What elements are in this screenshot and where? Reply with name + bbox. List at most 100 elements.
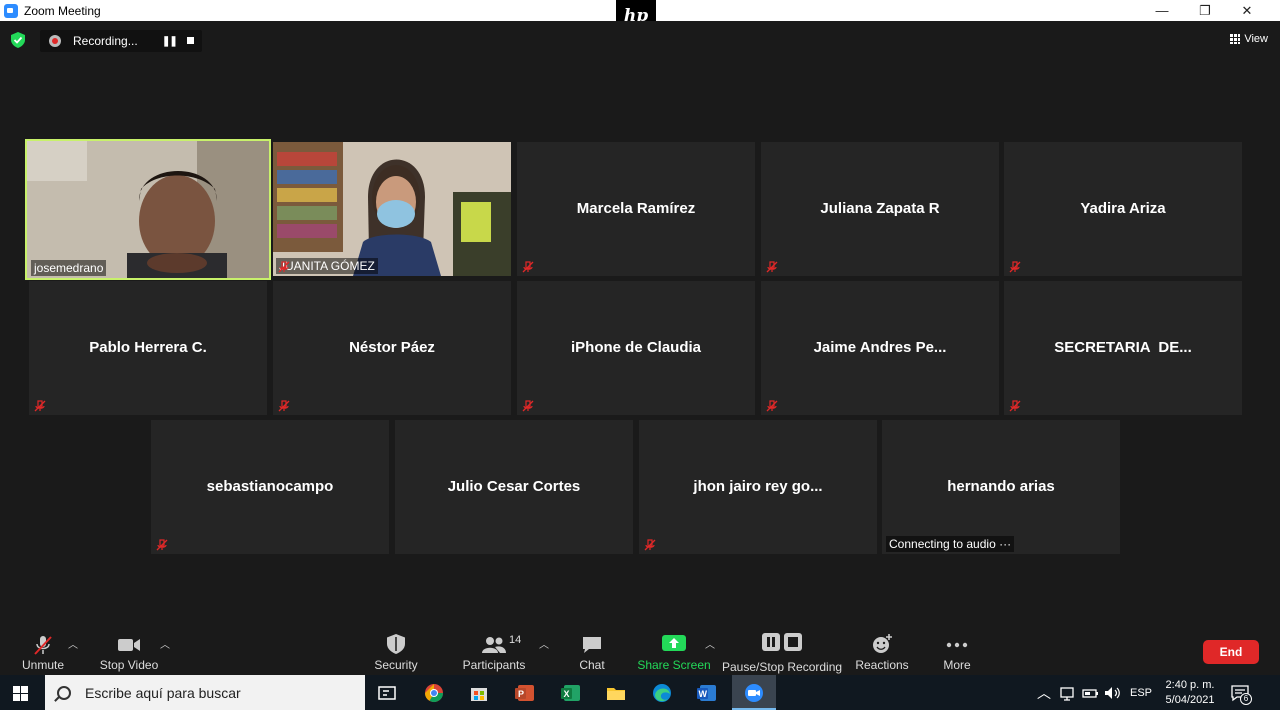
participant-name: iPhone de Claudia [570,339,702,356]
task-view-icon[interactable] [377,683,397,703]
windows-start-icon[interactable] [13,686,28,701]
unmute-label: Unmute [21,658,65,672]
powerpoint-icon[interactable]: P [515,683,535,703]
reactions-smiley-icon [873,634,892,653]
muted-mic-icon [1009,400,1021,412]
network-icon[interactable] [1058,683,1078,703]
stop-video-button[interactable]: Stop Video [100,630,158,675]
muted-mic-icon [278,261,290,273]
pause-stop-recording-label: Pause/Stop Recording [721,660,843,674]
zoom-taskbar-button[interactable] [732,675,776,710]
participant-video [273,142,511,276]
participant-tile[interactable]: Néstor Páez [273,281,511,415]
view-label: View [1244,33,1268,45]
reactions-button[interactable]: Reactions [855,630,909,675]
participant-name: Julio Cesar Cortes [447,478,581,495]
minimize-button[interactable]: — [1142,0,1182,21]
window-title: Zoom Meeting [24,3,101,18]
participant-name: Jaime Andres Pe... [813,339,947,356]
participant-tile[interactable]: jhon jairo rey go... [639,420,877,554]
participants-options-chevron-icon[interactable]: ︿ [539,636,549,651]
participant-tile[interactable]: Marcela Ramírez [517,142,755,276]
share-screen-label: Share Screen [637,658,711,672]
excel-icon[interactable]: X [561,683,581,703]
more-button[interactable]: More [940,630,974,675]
windows-taskbar: Escribe aquí para buscar P X W ︿ ESP 2:4… [0,675,1280,710]
svg-text:P: P [518,689,524,699]
stop-video-label: Stop Video [99,658,159,672]
input-language-indicator[interactable]: ESP [1130,675,1152,710]
share-options-chevron-icon[interactable]: ︿ [705,636,715,651]
participant-tile[interactable]: hernando arias Connecting to audio ··· [882,420,1120,554]
participant-tile[interactable]: Julio Cesar Cortes [395,420,633,554]
video-camera-icon [118,639,140,651]
muted-mic-icon [522,400,534,412]
taskbar-clock[interactable]: 2:40 p. m. 5/04/2021 [1160,678,1220,708]
clock-date: 5/04/2021 [1165,694,1215,706]
participant-tile[interactable]: sebastianocampo [151,420,389,554]
participant-tile[interactable]: Pablo Herrera C. [29,281,267,415]
participant-tile-juanita-gomez[interactable]: JUANITA GÓMEZ [273,142,511,276]
participants-button[interactable]: 14 Participants [462,630,526,675]
stop-recording-icon[interactable] [187,37,194,44]
video-options-chevron-icon[interactable]: ︿ [160,636,170,651]
chat-button[interactable]: Chat [574,630,610,675]
audio-options-chevron-icon[interactable]: ︿ [68,636,78,651]
more-label: More [943,658,971,672]
participant-tile[interactable]: Yadira Ariza [1004,142,1242,276]
svg-text:W: W [699,689,708,699]
muted-mic-icon [766,261,778,273]
share-screen-button[interactable]: Share Screen [637,630,711,675]
battery-icon[interactable] [1080,683,1100,703]
zoom-icon [745,684,763,702]
participant-tile[interactable]: Juliana Zapata R [761,142,999,276]
zoom-app-icon [4,3,18,18]
participant-name: JUANITA GÓMEZ [276,258,378,274]
pause-recording-icon[interactable]: ❚❚ [162,36,178,47]
participant-name: josemedrano [31,260,107,276]
muted-mic-icon [1009,261,1021,273]
participant-tile-josemedrano[interactable]: josemedrano [25,139,271,280]
participants-count: 14 [509,634,522,646]
view-button[interactable]: View [1230,33,1268,45]
security-button[interactable]: Security [372,630,420,675]
participant-tile[interactable]: Jaime Andres Pe... [761,281,999,415]
shield-icon [387,634,405,654]
recording-indicator: Recording... ❚❚ [40,30,202,52]
taskbar-search-box[interactable]: Escribe aquí para buscar [45,675,365,710]
participant-name: SECRETARIA DE... [1054,339,1192,356]
edge-icon[interactable] [652,683,672,703]
participant-tile[interactable]: SECRETARIA DE... [1004,281,1242,415]
chrome-icon[interactable] [424,683,444,703]
muted-mic-icon [766,400,778,412]
action-center-button[interactable]: 6 [1230,683,1252,705]
participants-label: Participants [462,658,526,672]
unmute-button[interactable]: Unmute [20,630,66,675]
participant-tile[interactable]: iPhone de Claudia [517,281,755,415]
search-icon [57,685,71,700]
search-placeholder: Escribe aquí para buscar [85,684,241,701]
audio-status: Connecting to audio ··· [886,536,1015,552]
muted-mic-icon [522,261,534,273]
pause-stop-recording-button[interactable]: Pause/Stop Recording [722,630,842,675]
meeting-area: Recording... ❚❚ View josemedrano JUANITA… [0,21,1280,675]
recording-label: Recording... [73,34,138,48]
svg-text:X: X [564,689,570,699]
more-dots-icon [946,642,968,648]
encryption-shield-icon[interactable] [11,32,25,48]
participant-name: Juliana Zapata R [820,200,940,217]
muted-mic-icon [34,636,52,655]
word-icon[interactable]: W [697,683,717,703]
share-screen-icon [662,635,686,651]
muted-mic-icon [34,400,46,412]
participant-name: Pablo Herrera C. [89,339,207,356]
file-explorer-icon[interactable] [606,683,626,703]
participant-name: hernando arias [947,478,1055,495]
show-hidden-icons-chevron-icon[interactable]: ︿ [1037,675,1051,710]
chat-bubble-icon [583,637,601,653]
restore-button[interactable]: ❐ [1185,0,1225,21]
volume-icon[interactable] [1102,683,1122,703]
end-meeting-button[interactable]: End [1203,640,1259,664]
microsoft-store-icon[interactable] [469,683,489,703]
close-button[interactable]: ✕ [1227,0,1267,21]
